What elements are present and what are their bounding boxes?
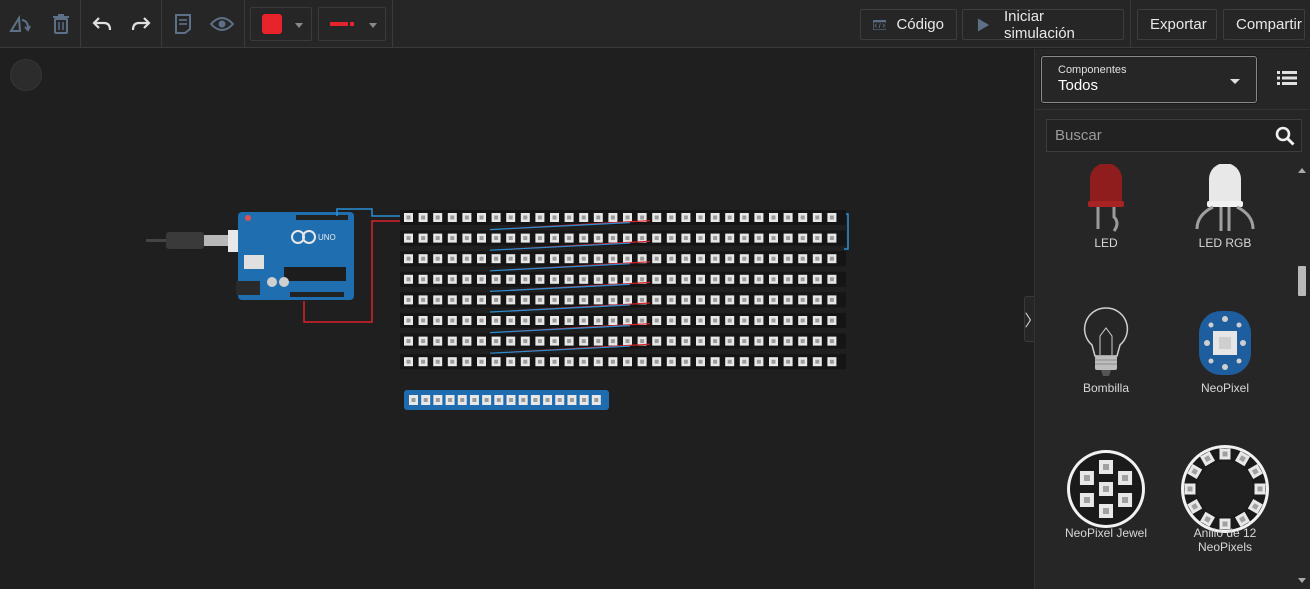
- share-label: Compartir: [1236, 16, 1302, 33]
- led-icon: [1047, 164, 1165, 242]
- start-simulation-label: Iniciar simulación: [1004, 7, 1075, 42]
- redo-icon[interactable]: [125, 8, 157, 40]
- components-select-value: Todos: [1058, 77, 1099, 94]
- fill-color-dropdown[interactable]: [250, 7, 312, 41]
- share-button[interactable]: Compartir: [1223, 9, 1305, 40]
- wire-style-icon: [330, 21, 354, 26]
- notes-icon[interactable]: [167, 8, 199, 40]
- code-icon: [873, 19, 887, 30]
- play-icon: [977, 17, 990, 32]
- export-button[interactable]: Exportar: [1137, 9, 1217, 40]
- component-neopixel-ring[interactable]: Anillo de 12 NeoPixels: [1166, 445, 1284, 586]
- scroll-down-icon[interactable]: [1298, 578, 1306, 583]
- component-search: [1046, 119, 1302, 152]
- neopixel-jewel-icon: [1047, 446, 1165, 532]
- arduino-board-label: UNO: [318, 233, 336, 242]
- arduino-uno-board[interactable]: UNO: [236, 212, 354, 300]
- chevron-down-icon: [369, 23, 377, 28]
- code-button[interactable]: Código: [860, 9, 957, 40]
- component-label: Bombilla: [1082, 381, 1130, 395]
- light-bulb-icon: [1047, 301, 1165, 387]
- design-canvas[interactable]: UNO: [0, 49, 1034, 589]
- toolbar: Código Iniciar simulación Exportar Compa…: [0, 0, 1310, 48]
- neopixel-matrix[interactable]: [400, 210, 846, 370]
- component-neopixel[interactable]: NeoPixel: [1166, 301, 1284, 441]
- neopixel-ring-icon: [1166, 445, 1284, 533]
- circuit-drawing: UNO: [146, 208, 849, 410]
- app-window: Código Iniciar simulación Exportar Compa…: [0, 0, 1310, 589]
- components-panel: Componentes Todos LED: [1034, 49, 1310, 589]
- neopixel-strip[interactable]: [404, 390, 609, 410]
- export-label: Exportar: [1150, 16, 1207, 33]
- eye-icon[interactable]: [206, 8, 238, 40]
- components-category-select[interactable]: Componentes Todos: [1041, 56, 1257, 103]
- component-label: NeoPixel Jewel: [1064, 526, 1148, 540]
- chevron-down-icon: [1230, 79, 1240, 84]
- start-simulation-button[interactable]: Iniciar simulación: [962, 7, 1124, 42]
- search-input[interactable]: [1047, 127, 1257, 144]
- fill-color-swatch: [262, 14, 282, 34]
- neopixel-icon: [1166, 301, 1284, 387]
- rotate-icon[interactable]: [4, 8, 36, 40]
- code-label: Código: [896, 16, 944, 33]
- undo-icon[interactable]: [86, 8, 118, 40]
- chevron-down-icon: [295, 23, 303, 28]
- search-icon[interactable]: [1275, 126, 1295, 151]
- component-light-bulb[interactable]: Bombilla: [1047, 301, 1165, 441]
- component-grid: LED LED RGB Bombilla NeoPixel NeoPixel J…: [1035, 164, 1297, 589]
- scrollbar-thumb[interactable]: [1298, 266, 1306, 296]
- wire-style-dropdown[interactable]: [318, 7, 386, 41]
- component-label: LED: [1094, 236, 1118, 250]
- component-led[interactable]: LED: [1047, 164, 1165, 296]
- led-rgb-icon: [1166, 164, 1284, 242]
- panel-scrollbar[interactable]: [1295, 164, 1309, 589]
- component-label: Anillo de 12 NeoPixels: [1193, 526, 1257, 554]
- components-select-label: Componentes: [1058, 64, 1127, 76]
- component-led-rgb[interactable]: LED RGB: [1166, 164, 1284, 296]
- scroll-up-icon[interactable]: [1298, 168, 1306, 173]
- component-label: NeoPixel: [1200, 381, 1250, 395]
- component-label: LED RGB: [1198, 236, 1252, 250]
- trash-icon[interactable]: [45, 8, 77, 40]
- list-view-icon[interactable]: [1270, 63, 1304, 93]
- component-neopixel-jewel[interactable]: NeoPixel Jewel: [1047, 446, 1165, 586]
